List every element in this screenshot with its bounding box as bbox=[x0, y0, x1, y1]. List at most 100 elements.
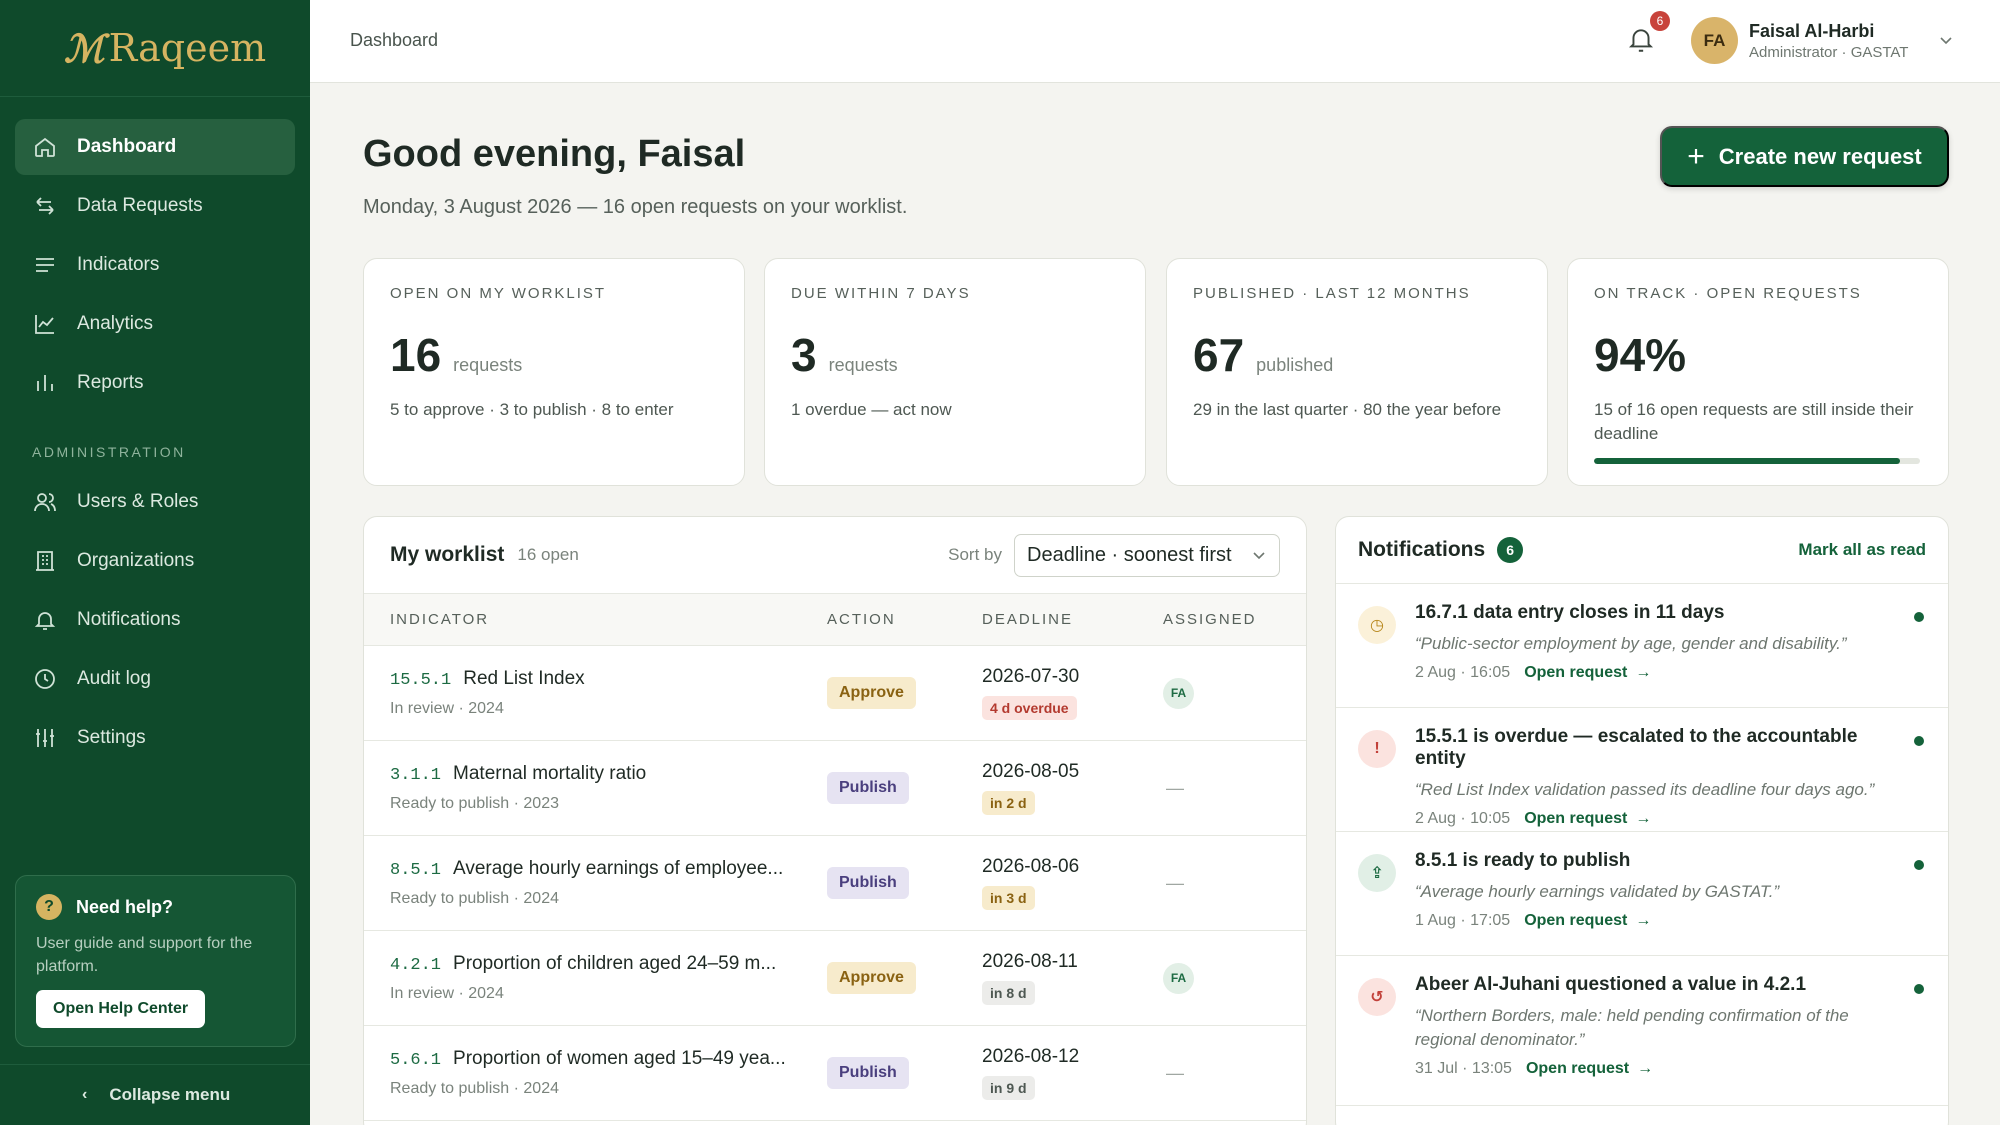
logo-text: Raqeem bbox=[108, 26, 267, 70]
chevron-down-icon bbox=[1253, 552, 1265, 560]
sidebar-item-audit-log[interactable]: Audit log bbox=[15, 651, 295, 707]
unassigned-dash: — bbox=[1166, 1062, 1184, 1083]
mark-all-read-link[interactable]: Mark all as read bbox=[1798, 540, 1926, 560]
unread-dot[interactable] bbox=[1914, 984, 1924, 994]
unread-dot[interactable] bbox=[1914, 612, 1924, 622]
row-indicator-top: 8.5.1 Average hourly earnings of employe… bbox=[390, 858, 827, 880]
row-action: Publish bbox=[827, 772, 982, 804]
kpi-card-published[interactable]: PUBLISHED · LAST 12 MONTHS 67 published … bbox=[1166, 258, 1548, 486]
column-header-deadline[interactable]: DEADLINE bbox=[982, 611, 1163, 628]
progress-fill bbox=[1594, 458, 1901, 464]
publish-button[interactable]: Publish bbox=[827, 772, 909, 804]
unassigned-dash: — bbox=[1166, 872, 1184, 893]
column-header-assigned[interactable]: ASSIGNED bbox=[1163, 611, 1257, 628]
deadline-date: 2026-07-30 bbox=[982, 666, 1080, 687]
notification-quote: “Red List Index validation passed its de… bbox=[1415, 780, 1875, 799]
sidebar-item-notifications[interactable]: Notifications bbox=[15, 592, 295, 648]
unread-dot[interactable] bbox=[1914, 736, 1924, 746]
chevron-down-icon[interactable] bbox=[1938, 32, 1954, 48]
arrow-right-icon[interactable]: → bbox=[1637, 1060, 1653, 1078]
table-row[interactable]: 15.5.1 Red List Index In review · 2024 A… bbox=[364, 646, 1306, 741]
open-request-link[interactable]: Open request bbox=[1524, 912, 1627, 930]
table-row[interactable]: 5.6.1 Proportion of women aged 15–49 yea… bbox=[364, 1026, 1306, 1121]
sidebar-item-analytics[interactable]: Analytics bbox=[15, 296, 295, 352]
notifications-bell-icon[interactable] bbox=[1628, 26, 1654, 54]
user-name[interactable]: Faisal Al-Harbi bbox=[1749, 21, 1874, 42]
indicator-name[interactable]: Proportion of women aged 15–49 yea... bbox=[453, 1048, 786, 1070]
sidebar-item-reports[interactable]: Reports bbox=[15, 355, 295, 411]
column-header-indicator[interactable]: INDICATOR bbox=[390, 611, 827, 628]
row-action: Approve bbox=[827, 677, 982, 709]
arrow-right-icon[interactable]: → bbox=[1635, 664, 1651, 682]
assignee-avatar[interactable]: FA bbox=[1163, 677, 1194, 709]
help-card: ? Need help? User guide and support for … bbox=[15, 875, 296, 1047]
row-assigned: — bbox=[1163, 1063, 1283, 1084]
approve-button[interactable]: Approve bbox=[827, 677, 916, 709]
column-header-action[interactable]: ACTION bbox=[827, 611, 982, 628]
indicator-name[interactable]: Proportion of children aged 24–59 m... bbox=[453, 953, 776, 975]
user-role: Administrator · GASTAT bbox=[1749, 44, 1909, 61]
sidebar-item-dashboard[interactable]: Dashboard bbox=[15, 119, 295, 175]
unread-dot[interactable] bbox=[1914, 860, 1924, 870]
indicator-code[interactable]: 4.2.1 bbox=[390, 956, 441, 975]
publish-button[interactable]: Publish bbox=[827, 867, 909, 899]
approve-button[interactable]: Approve bbox=[827, 962, 916, 994]
indicator-code[interactable]: 5.6.1 bbox=[390, 1051, 441, 1070]
unassigned-dash: — bbox=[1166, 777, 1184, 798]
collapse-menu-label: Collapse menu bbox=[109, 1085, 231, 1104]
indicator-name[interactable]: Maternal mortality ratio bbox=[453, 763, 646, 785]
user-avatar[interactable]: FA bbox=[1691, 17, 1738, 64]
row-assigned: FA bbox=[1163, 962, 1283, 994]
open-help-center-button[interactable]: Open Help Center bbox=[36, 990, 206, 1028]
notification-item[interactable]: ! 15.5.1 is overdue — escalated to the a… bbox=[1336, 708, 1948, 832]
deadline-date: 2026-08-11 bbox=[982, 951, 1078, 972]
sidebar-item-label: Settings bbox=[77, 727, 146, 748]
assignee-avatar[interactable]: FA bbox=[1163, 962, 1194, 994]
brand-logo[interactable]: ℳ Raqeem bbox=[0, 0, 310, 97]
chevron-left-icon: ‹ bbox=[82, 1086, 88, 1103]
collapse-menu-button[interactable]: ‹ Collapse menu bbox=[0, 1064, 310, 1125]
breadcrumb[interactable]: Dashboard bbox=[350, 30, 438, 51]
list-icon bbox=[33, 253, 57, 277]
table-row[interactable]: 3.1.1 Maternal mortality ratio Ready to … bbox=[364, 741, 1306, 836]
open-request-link[interactable]: Open request bbox=[1524, 664, 1627, 682]
indicator-name[interactable]: Red List Index bbox=[463, 668, 584, 690]
sidebar-item-data-requests[interactable]: Data Requests bbox=[15, 178, 295, 234]
row-assigned: — bbox=[1163, 778, 1283, 799]
sort-label: Sort by bbox=[948, 545, 1002, 564]
table-row[interactable]: 8.5.1 Average hourly earnings of employe… bbox=[364, 836, 1306, 931]
indicator-meta: Ready to publish · 2024 bbox=[390, 890, 559, 907]
worklist-rows: 15.5.1 Red List Index In review · 2024 A… bbox=[364, 646, 1306, 1121]
sidebar-item-indicators[interactable]: Indicators bbox=[15, 237, 295, 293]
indicator-code[interactable]: 15.5.1 bbox=[390, 671, 451, 690]
indicator-code[interactable]: 8.5.1 bbox=[390, 861, 441, 880]
help-description: User guide and support for the platform. bbox=[36, 935, 253, 975]
notification-quote: “Northern Borders, male: held pending co… bbox=[1415, 1006, 1849, 1049]
arrow-right-icon[interactable]: → bbox=[1635, 810, 1651, 828]
sort-select[interactable]: Deadline · soonest first bbox=[1014, 533, 1280, 577]
indicator-name[interactable]: Average hourly earnings of employee... bbox=[453, 858, 783, 880]
notification-text: 8.5.1 is ready to publish bbox=[1415, 850, 1631, 871]
publish-button[interactable]: Publish bbox=[827, 1057, 909, 1089]
kpi-card-due[interactable]: DUE WITHIN 7 DAYS 3 requests 1 overdue —… bbox=[764, 258, 1146, 486]
sidebar-item-label: Audit log bbox=[77, 668, 151, 689]
kpi-unit: requests bbox=[453, 355, 523, 375]
kpi-card-open[interactable]: OPEN ON MY WORKLIST 16 requests 5 to app… bbox=[363, 258, 745, 486]
table-row[interactable]: 4.2.1 Proportion of children aged 24–59 … bbox=[364, 931, 1306, 1026]
notification-item[interactable]: ◷ 16.7.1 data entry closes in 11 days “P… bbox=[1336, 584, 1948, 708]
kpi-card-on-track[interactable]: ON TRACK · OPEN REQUESTS 94% 15 of 16 op… bbox=[1567, 258, 1949, 486]
indicator-code[interactable]: 3.1.1 bbox=[390, 766, 441, 785]
arrow-right-icon[interactable]: → bbox=[1635, 912, 1651, 930]
open-request-link[interactable]: Open request bbox=[1524, 810, 1627, 828]
notification-item[interactable]: ⇪ 8.5.1 is ready to publish “Average hou… bbox=[1336, 832, 1948, 956]
deadline-status-badge: in 8 d bbox=[982, 981, 1035, 1005]
create-new-request-button[interactable]: + Create new request bbox=[1660, 126, 1949, 187]
notification-item[interactable]: ↺ Abeer Al-Juhani questioned a value in … bbox=[1336, 956, 1948, 1106]
sidebar-item-label: Dashboard bbox=[77, 136, 177, 157]
sidebar-item-settings[interactable]: Settings bbox=[15, 710, 295, 766]
sidebar-item-users-roles[interactable]: Users & Roles bbox=[15, 474, 295, 530]
notification-count-badge: 6 bbox=[1650, 11, 1670, 31]
open-request-link[interactable]: Open request bbox=[1526, 1060, 1629, 1078]
sidebar-item-organizations[interactable]: Organizations bbox=[15, 533, 295, 589]
help-title: Need help? bbox=[76, 896, 174, 917]
